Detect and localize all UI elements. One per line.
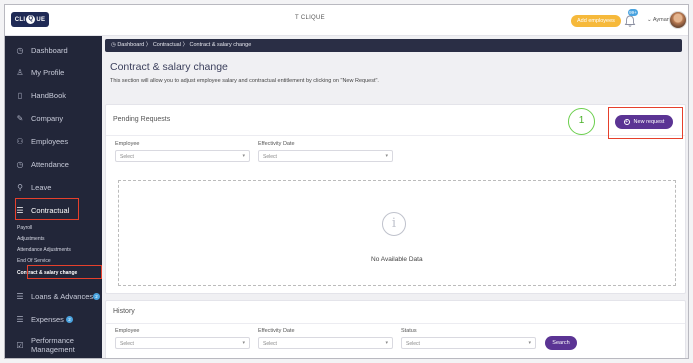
card-divider	[106, 135, 685, 136]
clock-icon: ◷	[16, 159, 24, 169]
add-employees-button[interactable]: Add employees	[571, 15, 621, 27]
bell-icon[interactable]	[624, 14, 636, 28]
history-status-select[interactable]: Select ▾	[401, 337, 536, 349]
app-title: T CLIQUE	[295, 15, 325, 21]
chevron-down-icon: ▾	[242, 340, 245, 346]
chevron-right-icon: 〉	[145, 42, 153, 48]
check-icon: ☑	[16, 340, 24, 350]
breadcrumb-current: Contract & salary change	[189, 42, 252, 48]
sidebar-item-label: Company	[31, 113, 64, 123]
user-name: Ayman	[652, 17, 670, 23]
history-employee-select[interactable]: Select ▾	[115, 337, 250, 349]
history-title: History	[113, 308, 135, 315]
sidebar-item-performance-management[interactable]: ☑ Performance Management	[5, 334, 102, 356]
top-bar: CLI Q UE T CLIQUE Add employees 99+ ⌄ Ayma…	[5, 5, 688, 36]
sidebar-item-handbook[interactable]: ▯ HandBook	[5, 87, 102, 103]
select-value: Select	[406, 341, 420, 347]
sidebar-item-expenses[interactable]: ☰ Expenses	[5, 311, 102, 327]
employee-label: Employee	[115, 141, 140, 147]
breadcrumb-dashboard[interactable]: Dashboard	[117, 42, 144, 48]
history-card	[105, 300, 686, 358]
submenu-highlight	[27, 265, 102, 279]
user-menu[interactable]: ⌄ Ayman	[647, 17, 670, 23]
submenu-item-adjustments[interactable]: Adjustments	[17, 236, 45, 242]
chevron-down-icon: ▾	[385, 340, 388, 346]
sidebar-item-label: Performance Management	[31, 336, 75, 354]
people-icon: ⚇	[16, 136, 24, 146]
sidebar-item-label: My Profile	[31, 67, 65, 77]
notification-badge: 99+	[628, 9, 638, 16]
document-icon: ☰	[16, 314, 24, 324]
new-request-highlight	[608, 107, 683, 139]
book-icon: ▯	[17, 90, 23, 100]
sidebar-item-label: Employees	[31, 136, 69, 146]
expenses-count-badge: 2	[66, 316, 73, 323]
avatar[interactable]	[669, 11, 687, 29]
page-title: Contract & salary change	[110, 61, 228, 73]
sidebar-item-my-profile[interactable]: ♙ My Profile	[5, 64, 102, 80]
sidebar-item-label: Leave	[31, 182, 52, 192]
sidebar-item-label: HandBook	[31, 90, 67, 100]
pending-requests-title: Pending Requests	[113, 116, 171, 123]
leave-icon: ⚲	[17, 182, 23, 192]
history-effectivity-date-select[interactable]: Select ▾	[258, 337, 393, 349]
sidebar-item-dashboard[interactable]: ◷ Dashboard	[5, 42, 102, 58]
user-icon: ♙	[16, 67, 24, 77]
chevron-right-icon: 〉	[182, 42, 190, 48]
sidebar-item-company[interactable]: ✎ Company	[5, 110, 102, 126]
app-window: CLI Q UE T CLIQUE Add employees 99+ ⌄ Ayma…	[4, 4, 689, 359]
sidebar-item-label: Attendance	[31, 159, 69, 169]
no-data-text: No Available Data	[371, 256, 423, 263]
select-value: Select	[120, 341, 134, 347]
loans-count-badge: 2	[93, 293, 100, 300]
contractual-highlight	[15, 198, 79, 220]
effectivity-date-label: Effectivity Date	[258, 141, 295, 147]
select-value: Select	[263, 341, 277, 347]
sidebar-item-loans-advances[interactable]: ☰ Loans & Advances	[5, 288, 102, 304]
select-value: Select	[120, 154, 134, 160]
step-number-marker: 1	[568, 108, 595, 135]
breadcrumb: ◷ Dashboard 〉 Contractual 〉 Contract & s…	[105, 39, 682, 52]
document-icon: ☰	[16, 291, 24, 301]
effectivity-date-select[interactable]: Select ▾	[258, 150, 393, 162]
sidebar-item-label: Loans & Advances	[31, 291, 94, 301]
chevron-down-icon: ▾	[528, 340, 531, 346]
chevron-down-icon: ▾	[242, 153, 245, 159]
clock-icon: ◷	[16, 45, 24, 55]
employee-select[interactable]: Select ▾	[115, 150, 250, 162]
sidebar: ◷ Dashboard ♙ My Profile ▯ HandBook ✎ Co…	[5, 36, 102, 358]
chevron-down-icon: ▾	[385, 153, 388, 159]
select-value: Select	[263, 154, 277, 160]
building-icon: ✎	[16, 113, 24, 123]
sidebar-item-leave[interactable]: ⚲ Leave	[5, 179, 102, 195]
sidebar-item-employees[interactable]: ⚇ Employees	[5, 133, 102, 149]
breadcrumb-contractual[interactable]: Contractual	[153, 42, 181, 48]
clique-logo[interactable]: CLI Q UE	[11, 12, 49, 27]
sidebar-item-attendance[interactable]: ◷ Attendance	[5, 156, 102, 172]
submenu-item-payroll[interactable]: Payroll	[17, 225, 32, 231]
submenu-item-end-of-service[interactable]: End Of Service	[17, 258, 51, 264]
info-icon: i	[382, 212, 406, 236]
history-effectivity-date-label: Effectivity Date	[258, 328, 295, 334]
page-description: This section will allow you to adjust em…	[110, 78, 379, 84]
search-button[interactable]: Search	[545, 336, 577, 350]
sidebar-item-label: Dashboard	[31, 45, 68, 55]
card-divider	[106, 323, 685, 324]
submenu-item-attendance-adjustments[interactable]: Attendance Adjustments	[17, 247, 71, 253]
sidebar-item-label: Expenses	[31, 314, 64, 324]
chevron-down-icon: ⌄	[647, 17, 652, 23]
history-employee-label: Employee	[115, 328, 140, 334]
history-status-label: Status	[401, 328, 417, 334]
